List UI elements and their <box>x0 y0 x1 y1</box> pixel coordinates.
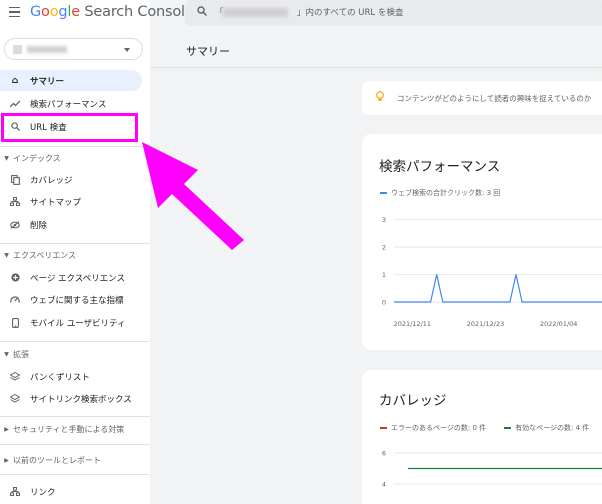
coverage-card[interactable]: カバレッジ エラーのあるページの数: 0 件 有効なページの数: 4 件 46 <box>362 370 602 504</box>
section-security[interactable]: ▶ セキュリティと手動による対策 <box>0 421 150 437</box>
sidebar-item-coverage[interactable]: カバレッジ <box>0 169 142 190</box>
sidebar-item-label: サイトリンク検索ボックス <box>30 394 132 405</box>
search-placeholder: 」内のすべての URL を検査 <box>297 8 404 18</box>
property-selector[interactable] <box>4 38 143 60</box>
section-label: 拡張 <box>13 349 29 359</box>
divider <box>0 341 150 342</box>
section-experience[interactable]: ▼ エクスペリエンス <box>0 247 150 263</box>
sidebar-item-links[interactable]: リンク <box>0 481 142 502</box>
x-tick-label: 2021/12/23 <box>467 320 504 328</box>
app-logo[interactable]: Google Search Console <box>30 4 194 20</box>
section-label: 以前のツールとレポート <box>13 455 101 465</box>
triangle-right-icon: ▶ <box>4 425 9 433</box>
chevron-down-icon <box>124 48 130 52</box>
series-line <box>394 274 602 303</box>
url-inspection-search-input[interactable]: 「 」内のすべての URL を検査 <box>185 0 602 26</box>
file-copy-icon <box>0 174 30 185</box>
y-tick-label: 3 <box>382 216 386 224</box>
search-icon <box>197 6 208 19</box>
y-tick-label: 4 <box>382 481 386 489</box>
sidebar-item-performance[interactable]: 検索パフォーマンス <box>0 93 142 114</box>
section-label: エクスペリエンス <box>13 250 77 260</box>
sidebar-item-label: パンくずリスト <box>30 372 90 383</box>
sidebar-item-label: モバイル ユーザビリティ <box>30 318 126 329</box>
sitemap-icon <box>0 197 30 206</box>
sidebar-item-summary[interactable]: ⌂ サマリー <box>0 70 142 91</box>
y-tick-label: 0 <box>382 299 386 307</box>
triangle-right-icon: ▶ <box>4 456 9 464</box>
section-label: インデックス <box>13 153 61 163</box>
layers-icon <box>0 372 30 381</box>
sidebar-item-label: 削除 <box>30 220 48 231</box>
insights-banner[interactable]: コンテンツがどのようにして読者の興味を捉えているのか <box>362 81 602 115</box>
sidebar-item-label: 検索パフォーマンス <box>30 99 107 110</box>
triangle-down-icon: ▼ <box>4 251 9 259</box>
sidebar-item-mobile-usability[interactable]: モバイル ユーザビリティ <box>0 312 142 333</box>
sidebar: Google Search Console ⌂ サマリー 検索パフォーマンス U… <box>0 0 194 504</box>
coverage-chart: 46 <box>382 450 602 489</box>
sidebar-item-label: サイトマップ <box>30 197 82 208</box>
sidebar-item-removals[interactable]: 削除 <box>0 214 142 235</box>
y-tick-label: 2 <box>382 244 386 252</box>
sidebar-item-sitemaps[interactable]: サイトマップ <box>0 191 142 212</box>
add-circle-icon <box>0 273 30 282</box>
pointer-arrow <box>142 142 244 250</box>
page-title: サマリー <box>186 45 230 58</box>
divider <box>0 243 150 244</box>
property-name-redacted <box>27 46 67 53</box>
section-enhancements[interactable]: ▼ 拡張 <box>0 346 150 362</box>
url-inspection-highlight <box>1 113 138 142</box>
sidebar-item-sitelinks-searchbox[interactable]: サイトリンク検索ボックス <box>0 388 142 409</box>
y-tick-label: 1 <box>382 271 386 279</box>
sidebar-item-label: ページ エクスペリエンス <box>30 273 126 284</box>
x-tick-label: 2021/12/11 <box>394 320 431 328</box>
section-index[interactable]: ▼ インデックス <box>0 150 150 166</box>
product-name: Search Console <box>84 4 194 20</box>
sidebar-item-label: ウェブに関する主な指標 <box>30 295 124 306</box>
trending-up-icon <box>0 100 30 108</box>
y-tick-label: 6 <box>382 450 386 458</box>
divider <box>0 416 150 417</box>
layers-icon <box>0 394 30 403</box>
property-url-redacted <box>223 8 288 17</box>
performance-chart: 01232021/12/112021/12/232022/01/042022/0… <box>382 216 602 328</box>
triangle-down-icon: ▼ <box>4 350 9 358</box>
sidebar-item-core-web-vitals[interactable]: ウェブに関する主な指標 <box>0 289 142 310</box>
divider <box>0 146 150 147</box>
section-label: セキュリティと手動による対策 <box>13 424 125 434</box>
sidebar-item-label: リンク <box>30 487 56 498</box>
menu-icon[interactable] <box>9 7 20 18</box>
insights-text: コンテンツがどのようにして読者の興味を捉えているのか <box>397 94 592 103</box>
property-icon <box>13 45 22 54</box>
sidebar-item-breadcrumbs[interactable]: パンくずリスト <box>0 366 142 387</box>
sitemap-icon <box>0 487 30 496</box>
section-legacy[interactable]: ▶ 以前のツールとレポート <box>0 452 150 468</box>
sidebar-item-label: カバレッジ <box>30 175 73 186</box>
divider <box>0 474 150 475</box>
performance-card[interactable]: 検索パフォーマンス ウェブ検索の合計クリック数: 3 回 0 1 2 3 2021/12… <box>362 134 602 350</box>
visibility-off-icon <box>0 220 30 229</box>
divider <box>150 67 602 68</box>
triangle-down-icon: ▼ <box>4 154 9 162</box>
sidebar-item-label: サマリー <box>30 76 65 87</box>
home-icon: ⌂ <box>11 75 19 86</box>
smartphone-icon <box>0 317 30 328</box>
x-tick-label: 2022/01/04 <box>540 320 577 328</box>
sidebar-item-page-experience[interactable]: ページ エクスペリエンス <box>0 267 142 288</box>
lightbulb-icon <box>376 91 384 105</box>
speed-icon <box>0 295 30 304</box>
divider <box>0 444 150 445</box>
